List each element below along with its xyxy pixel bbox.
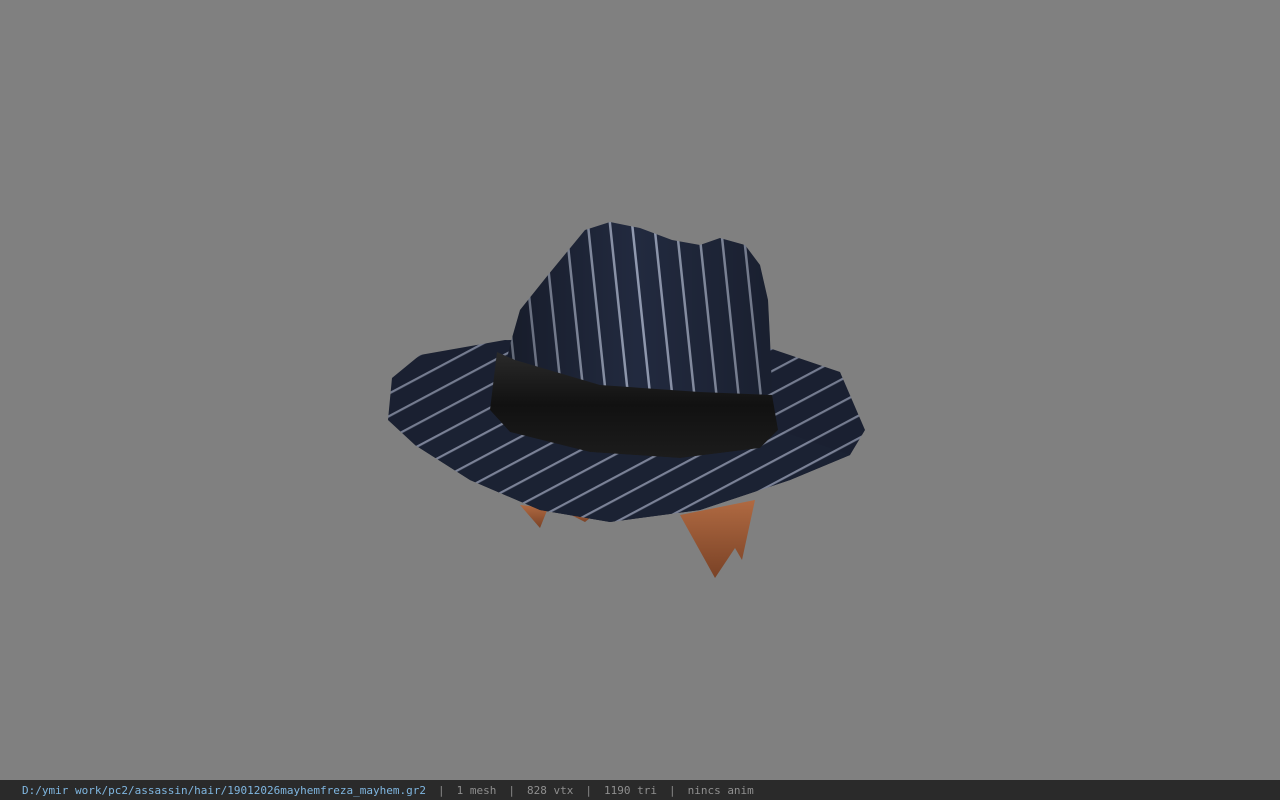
status-bar: D:/ymir work/pc2/assassin/hair/19012026m…	[0, 780, 1280, 800]
hat-model[interactable]	[0, 0, 1280, 780]
3d-viewport[interactable]	[0, 0, 1280, 780]
file-path-label: D:/ymir work/pc2/assassin/hair/19012026m…	[22, 783, 426, 797]
triangle-count-label: 1190 tri	[603, 783, 657, 797]
animation-status-label: nincs anim	[687, 783, 754, 797]
separator: |	[668, 783, 676, 797]
separator: |	[437, 783, 445, 797]
mesh-count-label: 1 mesh	[456, 783, 497, 797]
separator: |	[508, 783, 515, 797]
separator: |	[585, 783, 592, 797]
vertex-count-label: 828 vtx	[526, 783, 574, 797]
